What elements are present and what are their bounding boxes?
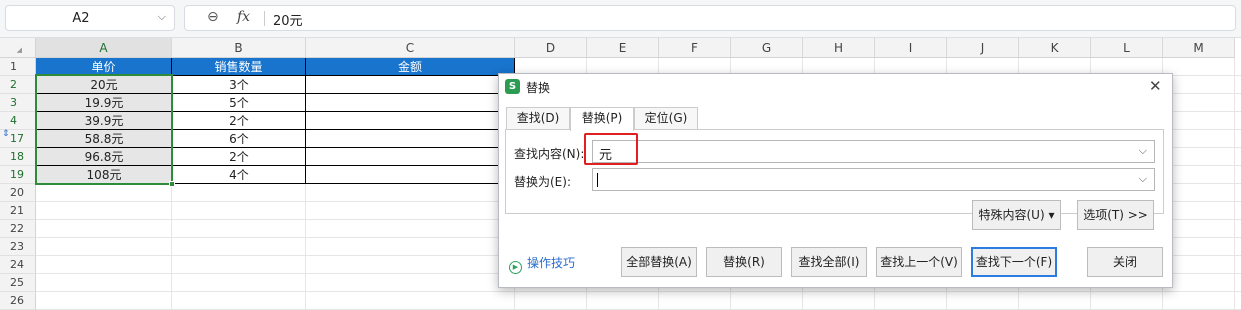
table-cell[interactable] bbox=[306, 94, 515, 112]
chevron-down-icon[interactable]: ⌵ bbox=[158, 10, 166, 24]
play-circle-icon: ▶ bbox=[509, 261, 522, 274]
column-header-b[interactable]: B bbox=[172, 38, 306, 58]
replace-input[interactable]: ⌵ bbox=[592, 168, 1155, 191]
expand-rows-icon[interactable]: ⇕ bbox=[2, 129, 10, 139]
replace-label: 替换为(E): bbox=[514, 175, 571, 189]
table-cell[interactable] bbox=[306, 148, 515, 166]
row-header-22[interactable]: 22 bbox=[0, 220, 36, 238]
find-next-button[interactable]: 查找下一个(F) bbox=[971, 247, 1057, 277]
find-all-button[interactable]: 查找全部(I) bbox=[791, 247, 867, 277]
row-header-25[interactable]: 25 bbox=[0, 274, 36, 292]
column-header-m[interactable]: M bbox=[1163, 38, 1235, 58]
tab-replace[interactable]: 替换(P) bbox=[570, 107, 634, 131]
row-header-20[interactable]: 20 bbox=[0, 184, 36, 202]
column-header-g[interactable]: G bbox=[731, 38, 803, 58]
replace-button[interactable]: 替换(R) bbox=[706, 247, 782, 277]
table-cell[interactable]: 6个 bbox=[172, 130, 306, 148]
wps-logo-icon: S bbox=[505, 79, 520, 94]
table-cell[interactable] bbox=[306, 112, 515, 130]
table-cell[interactable] bbox=[306, 130, 515, 148]
tab-goto[interactable]: 定位(G) bbox=[634, 107, 698, 130]
close-button[interactable]: 关闭 bbox=[1087, 247, 1163, 277]
row-header-21[interactable]: 21 bbox=[0, 202, 36, 220]
replace-panel: 查找内容(N): 元 ⌵ 替换为(E): ⌵ bbox=[505, 129, 1164, 214]
table-header-cell[interactable]: 金额 bbox=[306, 58, 515, 76]
chevron-down-icon[interactable]: ⌵ bbox=[1139, 144, 1147, 158]
name-box[interactable]: A2 ⌵ bbox=[5, 5, 175, 31]
column-header-l[interactable]: L bbox=[1091, 38, 1163, 58]
table-cell[interactable]: 2个 bbox=[172, 112, 306, 130]
table-cell[interactable] bbox=[306, 166, 515, 184]
corner-triangle-icon: ◢ bbox=[16, 46, 22, 54]
row-header-26[interactable]: 26 bbox=[0, 292, 36, 310]
column-header-i[interactable]: I bbox=[875, 38, 947, 58]
dialog-titlebar[interactable]: S 替换 ✕ bbox=[499, 74, 1172, 100]
column-header-d[interactable]: D bbox=[515, 38, 587, 58]
table-border bbox=[305, 58, 306, 184]
special-content-button[interactable]: 特殊内容(U) ▾ bbox=[972, 200, 1061, 230]
function-icon[interactable]: fx bbox=[237, 9, 250, 25]
column-header-c[interactable]: C bbox=[306, 38, 515, 58]
row-header-23[interactable]: 23 bbox=[0, 238, 36, 256]
column-header-a[interactable]: A bbox=[36, 38, 172, 58]
row-header-3[interactable]: 3 bbox=[0, 94, 36, 112]
formula-bar: A2 ⌵ ⊖ fx 20元 bbox=[0, 0, 1241, 38]
options-button[interactable]: 选项(T) >> bbox=[1077, 200, 1154, 230]
divider bbox=[264, 11, 265, 26]
select-all-corner[interactable]: ◢ bbox=[0, 38, 36, 58]
formula-input[interactable]: ⊖ fx 20元 bbox=[184, 5, 1236, 31]
table-cell[interactable] bbox=[306, 76, 515, 94]
replace-dialog: S 替换 ✕ 查找(D) 替换(P) 定位(G) 查找内容(N): 元 ⌵ 替换… bbox=[498, 73, 1173, 288]
tips-link[interactable]: ▶ 操作技巧 bbox=[509, 254, 575, 274]
row-header-2[interactable]: 2 bbox=[0, 76, 36, 94]
name-box-value: A2 bbox=[72, 11, 90, 26]
row-header-24[interactable]: 24 bbox=[0, 256, 36, 274]
find-input[interactable]: 元 ⌵ bbox=[592, 140, 1155, 163]
tab-find[interactable]: 查找(D) bbox=[506, 107, 570, 130]
table-cell[interactable]: 5个 bbox=[172, 94, 306, 112]
table-header-cell[interactable]: 销售数量 bbox=[172, 58, 306, 76]
row-header-18[interactable]: 18 bbox=[0, 148, 36, 166]
row-header-1[interactable]: 1 bbox=[0, 58, 36, 76]
red-highlight-box bbox=[584, 133, 638, 165]
close-icon[interactable]: ✕ bbox=[1149, 77, 1162, 95]
selection-border bbox=[35, 74, 173, 185]
table-cell[interactable]: 3个 bbox=[172, 76, 306, 94]
text-caret bbox=[597, 173, 598, 187]
column-header-k[interactable]: K bbox=[1019, 38, 1091, 58]
table-cell[interactable]: 2个 bbox=[172, 148, 306, 166]
gridline bbox=[36, 291, 1241, 292]
replace-all-button[interactable]: 全部替换(A) bbox=[621, 247, 697, 277]
magnifier-icon[interactable]: ⊖ bbox=[207, 9, 219, 25]
formula-value: 20元 bbox=[273, 14, 303, 29]
column-header-f[interactable]: F bbox=[659, 38, 731, 58]
row-header-4[interactable]: 4 bbox=[0, 112, 36, 130]
column-header-j[interactable]: J bbox=[947, 38, 1019, 58]
row-header-19[interactable]: 19 bbox=[0, 166, 36, 184]
fill-handle[interactable] bbox=[169, 181, 175, 187]
find-label: 查找内容(N): bbox=[514, 147, 585, 161]
tips-label: 操作技巧 bbox=[527, 256, 576, 270]
table-cell[interactable]: 4个 bbox=[172, 166, 306, 184]
column-header-e[interactable]: E bbox=[587, 38, 659, 58]
dialog-title: 替换 bbox=[526, 81, 551, 95]
chevron-down-icon[interactable]: ⌵ bbox=[1139, 172, 1147, 186]
column-header-h[interactable]: H bbox=[803, 38, 875, 58]
find-previous-button[interactable]: 查找上一个(V) bbox=[876, 247, 962, 277]
